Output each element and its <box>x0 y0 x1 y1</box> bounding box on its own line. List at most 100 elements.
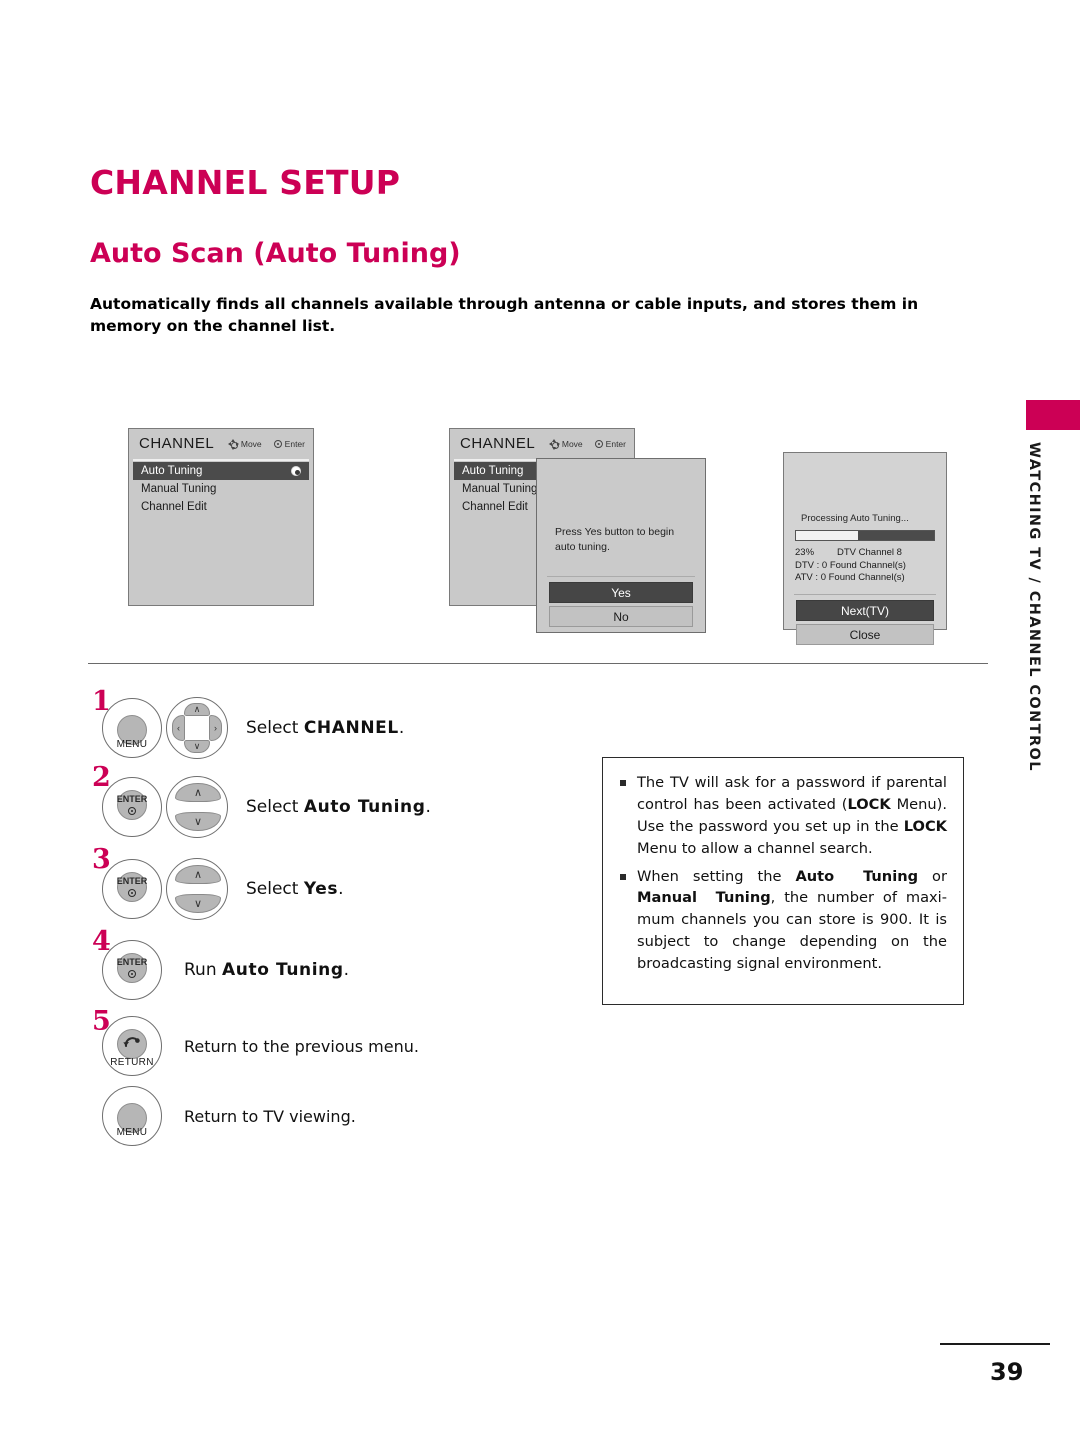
no-button[interactable]: No <box>549 606 693 627</box>
topic-title: Auto Scan (Auto Tuning) <box>90 238 461 269</box>
progress-channel: DTV Channel 8 <box>837 547 902 558</box>
step-instruction: Select Yes. <box>246 879 343 899</box>
dpad-up-segment[interactable]: ∧ <box>184 703 210 716</box>
enter-key[interactable]: ENTER <box>102 940 162 1000</box>
step-instruction: Select Auto Tuning. <box>246 797 431 817</box>
dialog-message-line1: Press Yes button to begin <box>555 526 675 538</box>
enter-key[interactable]: ENTER <box>102 859 162 919</box>
note-item-max-channels: When setting the Auto Tuning or Manual T… <box>619 866 947 975</box>
yes-button[interactable]: Yes <box>549 582 693 603</box>
progress-bar-fill <box>796 531 859 540</box>
step-3: 3 ENTER ∧ ∨ Select Yes. <box>88 846 548 930</box>
hint-move: Move <box>227 438 262 450</box>
hint-enter: Enter <box>594 439 626 449</box>
osd-item-label: Channel Edit <box>141 501 207 513</box>
menu-key-label: MENU <box>116 1127 148 1138</box>
page-number: 39 <box>990 1358 1024 1386</box>
hint-move: Move <box>548 438 583 450</box>
updown-down-segment[interactable]: ∨ <box>175 812 221 831</box>
intro-paragraph: Automatically finds all channels availab… <box>90 295 919 336</box>
step-text-bold: Auto Tuning <box>222 960 344 980</box>
section-divider <box>88 663 988 664</box>
dpad-left-segment[interactable]: ‹ <box>172 715 185 741</box>
step-text-prefix: Return to the previous menu. <box>184 1036 419 1056</box>
progress-dtv-found: DTV : 0 Found Channel(s) <box>795 559 906 571</box>
step-text-suffix: . <box>425 797 431 817</box>
step-4: 4 ENTER Run Auto Tuning. <box>88 928 548 1010</box>
menu-key-label: MENU <box>116 739 148 750</box>
osd-screenshot-progress: Processing Auto Tuning... 23% DTV Channel… <box>783 452 947 645</box>
step-text-prefix: Select <box>246 879 304 899</box>
enter-icon <box>273 440 282 448</box>
osd-item-label: Channel Edit <box>462 501 528 513</box>
step-6: MENU Return to TV viewing. <box>88 1082 548 1150</box>
updown-key[interactable]: ∧ ∨ <box>166 776 228 838</box>
osd-item-label: Auto Tuning <box>462 465 524 477</box>
side-tab-label: WATCHING TV / CHANNEL CONTROL <box>1026 442 1042 772</box>
step-text-prefix: Select <box>246 797 304 817</box>
step-5: 5 RETURN Return to the previous menu. <box>88 1008 548 1082</box>
step-instruction: Return to TV viewing. <box>184 1107 356 1126</box>
osd-hint-group: Move Enter <box>227 438 305 450</box>
osd-item-label: Manual Tuning <box>141 483 217 495</box>
step-text-bold: Yes <box>303 879 339 899</box>
step-keys: ENTER ∧ ∨ <box>102 858 228 920</box>
dpad-right-segment[interactable]: › <box>209 715 222 741</box>
step-1: 1 MENU ∧ ∨ ‹ › Select CHANNEL. <box>88 688 548 766</box>
step-instruction: Run Auto Tuning. <box>184 960 349 980</box>
updown-up-segment[interactable]: ∧ <box>175 783 221 802</box>
step-keys: ENTER <box>102 940 162 1000</box>
step-text-bold: Auto Tuning <box>303 797 426 817</box>
step-text-prefix: Run <box>184 960 223 980</box>
osd-menu-title: CHANNEL <box>139 435 215 452</box>
step-text-suffix: . <box>398 718 405 738</box>
progress-percent: 23% <box>795 547 815 558</box>
enter-key[interactable]: ENTER <box>102 777 162 837</box>
osd-item-manual-tuning[interactable]: Manual Tuning <box>133 480 309 498</box>
side-tab-swatch <box>1026 400 1080 430</box>
updown-key[interactable]: ∧ ∨ <box>166 858 228 920</box>
manual-page: CHANNEL SETUP Auto Scan (Auto Tuning) Au… <box>0 0 1080 1439</box>
note-item-password: The TV will ask for a password if parent… <box>619 772 947 860</box>
return-key-label: RETURN <box>110 1057 154 1068</box>
updown-down-segment[interactable]: ∨ <box>175 894 221 913</box>
radio-indicator-icon <box>291 466 301 476</box>
return-key[interactable]: RETURN <box>102 1016 162 1076</box>
step-text-prefix: Return to TV viewing. <box>184 1106 356 1126</box>
osd-item-auto-tuning[interactable]: Auto Tuning <box>133 462 309 480</box>
next-tv-button[interactable]: Next(TV) <box>796 600 934 621</box>
enter-dot-icon <box>128 807 136 815</box>
osd-item-list: Auto Tuning Manual Tuning Channel Edit <box>133 462 309 516</box>
step-text-suffix: . <box>338 879 344 899</box>
step-text-prefix: Select <box>246 718 304 738</box>
dialog-divider <box>547 576 695 577</box>
menu-key[interactable]: MENU <box>102 698 162 758</box>
step-text-bold: CHANNEL <box>303 718 399 738</box>
dpad-down-segment[interactable]: ∨ <box>184 740 210 753</box>
note-box: The TV will ask for a password if parent… <box>602 757 964 1005</box>
step-list: 1 MENU ∧ ∨ ‹ › Select CHANNEL. 2 ENTER ∧… <box>88 688 548 1150</box>
step-keys: MENU ∧ ∨ ‹ › <box>102 697 228 759</box>
menu-key[interactable]: MENU <box>102 1086 162 1146</box>
osd-item-channel-edit[interactable]: Channel Edit <box>133 498 309 516</box>
osd-screenshot-channel-menu: CHANNEL Move Enter Auto Tuning Manual Tu… <box>128 428 314 606</box>
step-text-suffix: . <box>343 960 350 980</box>
enter-dot-icon <box>128 889 136 897</box>
return-arrow-icon <box>123 1037 140 1048</box>
dialog-message-line2: auto tuning. <box>555 541 610 553</box>
footer-rule <box>940 1343 1050 1345</box>
hint-enter-label: Enter <box>605 439 626 449</box>
close-button[interactable]: Close <box>796 624 934 645</box>
osd-item-label: Manual Tuning <box>462 483 538 495</box>
osd-menu-title: CHANNEL <box>460 435 536 452</box>
dpad-key[interactable]: ∧ ∨ ‹ › <box>166 697 228 759</box>
progress-bar <box>795 530 935 541</box>
hint-enter: Enter <box>273 439 305 449</box>
enter-key-label: ENTER <box>116 794 148 804</box>
hint-move-label: Move <box>561 439 583 449</box>
step-keys: RETURN <box>102 1016 162 1076</box>
hint-move-label: Move <box>240 439 262 449</box>
step-instruction: Select CHANNEL. <box>246 718 404 738</box>
dpad-move-icon <box>227 438 239 450</box>
updown-up-segment[interactable]: ∧ <box>175 865 221 884</box>
